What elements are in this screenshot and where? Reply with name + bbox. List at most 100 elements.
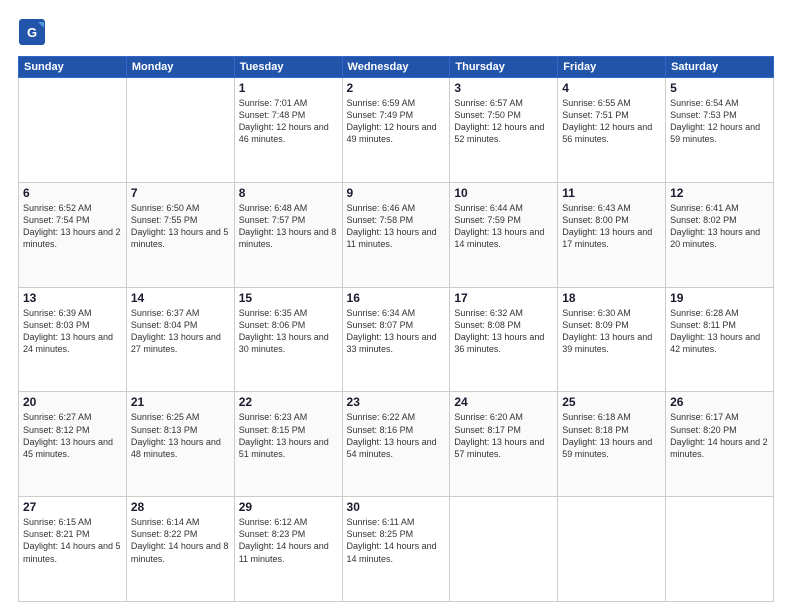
calendar-cell: 21 Sunrise: 6:25 AMSunset: 8:13 PMDayligh… [126,392,234,497]
day-number: 8 [239,186,338,200]
calendar-cell: 1 Sunrise: 7:01 AMSunset: 7:48 PMDaylight… [234,78,342,183]
calendar-week-2: 6 Sunrise: 6:52 AMSunset: 7:54 PMDaylight… [19,182,774,287]
day-number: 28 [131,500,230,514]
day-number: 2 [347,81,446,95]
svg-text:G: G [27,25,37,40]
day-info: Sunrise: 6:25 AMSunset: 8:13 PMDaylight:… [131,411,230,460]
day-info: Sunrise: 6:54 AMSunset: 7:53 PMDaylight:… [670,97,769,146]
day-info: Sunrise: 6:28 AMSunset: 8:11 PMDaylight:… [670,307,769,356]
day-number: 17 [454,291,553,305]
weekday-header-monday: Monday [126,57,234,78]
calendar-cell: 28 Sunrise: 6:14 AMSunset: 8:22 PMDayligh… [126,497,234,602]
calendar-table: SundayMondayTuesdayWednesdayThursdayFrid… [18,56,774,602]
day-info: Sunrise: 6:44 AMSunset: 7:59 PMDaylight:… [454,202,553,251]
calendar-cell: 8Sunrise: 6:48 AMSunset: 7:57 PMDaylight… [234,182,342,287]
calendar-cell: 13 Sunrise: 6:39 AMSunset: 8:03 PMDayligh… [19,287,127,392]
day-info: Sunrise: 6:18 AMSunset: 8:18 PMDaylight:… [562,411,661,460]
calendar-cell [558,497,666,602]
calendar-cell: 26 Sunrise: 6:17 AMSunset: 8:20 PMDayligh… [666,392,774,497]
day-info: Sunrise: 6:55 AMSunset: 7:51 PMDaylight:… [562,97,661,146]
day-number: 13 [23,291,122,305]
day-number: 18 [562,291,661,305]
weekday-header-row: SundayMondayTuesdayWednesdayThursdayFrid… [19,57,774,78]
day-number: 21 [131,395,230,409]
day-info: Sunrise: 6:37 AMSunset: 8:04 PMDaylight:… [131,307,230,356]
day-info: Sunrise: 6:57 AMSunset: 7:50 PMDaylight:… [454,97,553,146]
day-number: 3 [454,81,553,95]
day-info: Sunrise: 6:52 AMSunset: 7:54 PMDaylight:… [23,202,122,251]
day-info: Sunrise: 6:35 AMSunset: 8:06 PMDaylight:… [239,307,338,356]
day-info: Sunrise: 6:11 AMSunset: 8:25 PMDaylight:… [347,516,446,565]
day-number: 30 [347,500,446,514]
calendar-cell: 25 Sunrise: 6:18 AMSunset: 8:18 PMDayligh… [558,392,666,497]
calendar-page: G SundayMondayTuesdayWednesdayThursdayFr… [0,0,792,612]
logo-icon: G [18,18,46,46]
day-info: Sunrise: 6:46 AMSunset: 7:58 PMDaylight:… [347,202,446,251]
calendar-cell: 9 Sunrise: 6:46 AMSunset: 7:58 PMDaylight… [342,182,450,287]
day-info: Sunrise: 6:50 AMSunset: 7:55 PMDaylight:… [131,202,230,251]
day-number: 25 [562,395,661,409]
calendar-cell [19,78,127,183]
calendar-cell [666,497,774,602]
calendar-cell: 30 Sunrise: 6:11 AMSunset: 8:25 PMDayligh… [342,497,450,602]
calendar-cell: 29 Sunrise: 6:12 AMSunset: 8:23 PMDayligh… [234,497,342,602]
day-number: 4 [562,81,661,95]
weekday-header-tuesday: Tuesday [234,57,342,78]
calendar-cell: 16Sunrise: 6:34 AMSunset: 8:07 PMDayligh… [342,287,450,392]
day-info: Sunrise: 6:23 AMSunset: 8:15 PMDaylight:… [239,411,338,460]
day-number: 14 [131,291,230,305]
calendar-week-4: 20Sunrise: 6:27 AMSunset: 8:12 PMDayligh… [19,392,774,497]
calendar-cell [126,78,234,183]
day-number: 15 [239,291,338,305]
day-number: 29 [239,500,338,514]
calendar-week-5: 27 Sunrise: 6:15 AMSunset: 8:21 PMDayligh… [19,497,774,602]
day-number: 9 [347,186,446,200]
day-number: 23 [347,395,446,409]
day-info: Sunrise: 6:39 AMSunset: 8:03 PMDaylight:… [23,307,122,356]
day-number: 19 [670,291,769,305]
logo: G [18,18,50,46]
day-info: Sunrise: 6:15 AMSunset: 8:21 PMDaylight:… [23,516,122,565]
day-info: Sunrise: 6:17 AMSunset: 8:20 PMDaylight:… [670,411,769,460]
day-number: 16 [347,291,446,305]
calendar-cell: 15 Sunrise: 6:35 AMSunset: 8:06 PMDayligh… [234,287,342,392]
day-info: Sunrise: 6:22 AMSunset: 8:16 PMDaylight:… [347,411,446,460]
calendar-cell: 19 Sunrise: 6:28 AMSunset: 8:11 PMDayligh… [666,287,774,392]
day-number: 6 [23,186,122,200]
calendar-cell: 22 Sunrise: 6:23 AMSunset: 8:15 PMDayligh… [234,392,342,497]
calendar-cell: 17Sunrise: 6:32 AMSunset: 8:08 PMDayligh… [450,287,558,392]
calendar-cell: 23 Sunrise: 6:22 AMSunset: 8:16 PMDayligh… [342,392,450,497]
day-info: Sunrise: 6:30 AMSunset: 8:09 PMDaylight:… [562,307,661,356]
calendar-cell: 2 Sunrise: 6:59 AMSunset: 7:49 PMDaylight… [342,78,450,183]
day-number: 5 [670,81,769,95]
calendar-cell: 20Sunrise: 6:27 AMSunset: 8:12 PMDayligh… [19,392,127,497]
calendar-cell: 5 Sunrise: 6:54 AMSunset: 7:53 PMDaylight… [666,78,774,183]
calendar-cell: 24 Sunrise: 6:20 AMSunset: 8:17 PMDayligh… [450,392,558,497]
calendar-cell: 3 Sunrise: 6:57 AMSunset: 7:50 PMDaylight… [450,78,558,183]
day-number: 22 [239,395,338,409]
calendar-cell: 12Sunrise: 6:41 AMSunset: 8:02 PMDayligh… [666,182,774,287]
calendar-cell: 7 Sunrise: 6:50 AMSunset: 7:55 PMDaylight… [126,182,234,287]
calendar-cell: 11Sunrise: 6:43 AMSunset: 8:00 PMDayligh… [558,182,666,287]
day-number: 7 [131,186,230,200]
calendar-cell [450,497,558,602]
day-number: 1 [239,81,338,95]
day-info: Sunrise: 6:59 AMSunset: 7:49 PMDaylight:… [347,97,446,146]
weekday-header-wednesday: Wednesday [342,57,450,78]
day-number: 27 [23,500,122,514]
weekday-header-sunday: Sunday [19,57,127,78]
day-info: Sunrise: 6:41 AMSunset: 8:02 PMDaylight:… [670,202,769,251]
day-info: Sunrise: 6:12 AMSunset: 8:23 PMDaylight:… [239,516,338,565]
calendar-cell: 18 Sunrise: 6:30 AMSunset: 8:09 PMDayligh… [558,287,666,392]
calendar-cell: 4 Sunrise: 6:55 AMSunset: 7:51 PMDaylight… [558,78,666,183]
day-info: Sunrise: 6:27 AMSunset: 8:12 PMDaylight:… [23,411,122,460]
day-number: 24 [454,395,553,409]
calendar-cell: 6 Sunrise: 6:52 AMSunset: 7:54 PMDaylight… [19,182,127,287]
calendar-cell: 27 Sunrise: 6:15 AMSunset: 8:21 PMDayligh… [19,497,127,602]
calendar-cell: 10Sunrise: 6:44 AMSunset: 7:59 PMDayligh… [450,182,558,287]
day-info: Sunrise: 6:14 AMSunset: 8:22 PMDaylight:… [131,516,230,565]
day-info: Sunrise: 7:01 AMSunset: 7:48 PMDaylight:… [239,97,338,146]
day-info: Sunrise: 6:20 AMSunset: 8:17 PMDaylight:… [454,411,553,460]
weekday-header-thursday: Thursday [450,57,558,78]
day-number: 26 [670,395,769,409]
